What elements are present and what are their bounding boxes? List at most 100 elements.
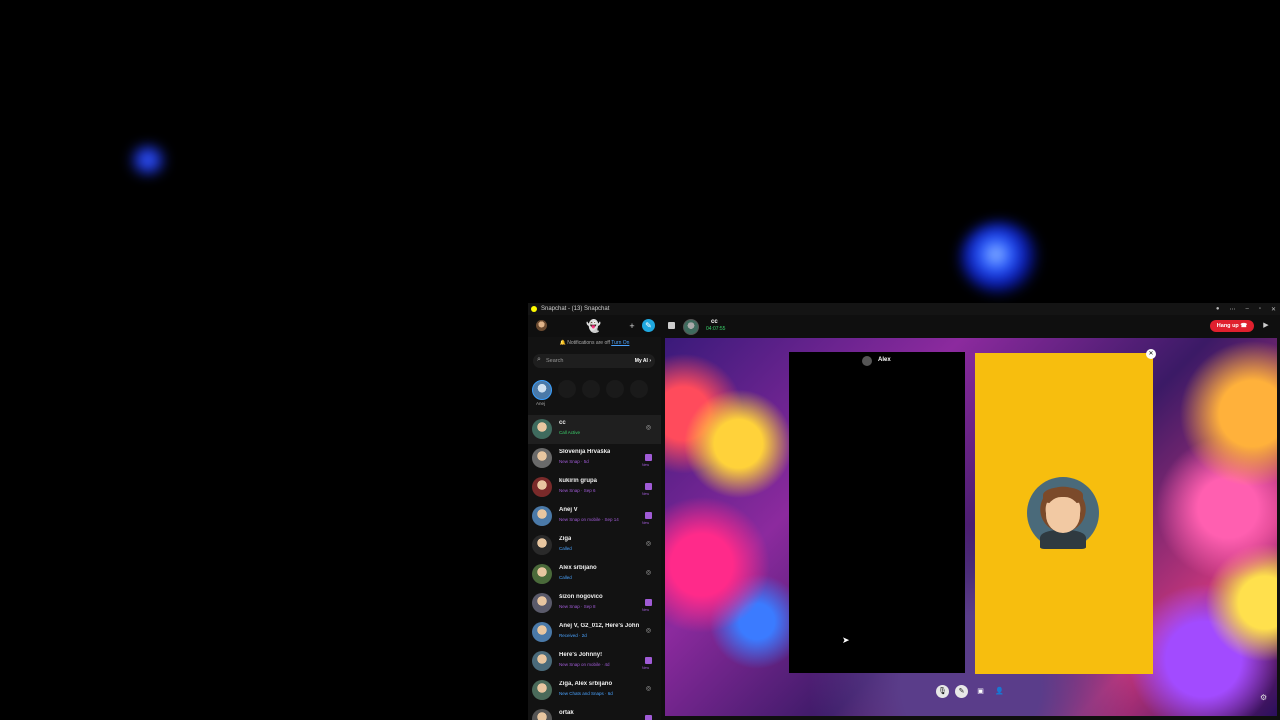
story-placeholder [630,380,648,398]
chat-name: Anej V, G2_012, Here's Johnny! [559,623,639,629]
chat-status: Received · 2d [559,633,587,638]
add-friend-icon[interactable]: + [626,320,638,332]
more-icon[interactable]: ⋯ [1229,306,1235,313]
chat-status: Called [559,575,572,580]
snap-indicator-icon[interactable] [645,454,652,461]
profile-avatar[interactable] [536,320,547,331]
chat-list-item[interactable]: šizon nogovico New Snap · Sep 8 New [528,589,661,618]
chat-list-item[interactable]: Alex srbijano Called ◎ [528,560,661,589]
top-toolbar: 👻 + ✎ cc 04:07:55 Hang up ☎ ▶ [528,315,1280,337]
chat-list-item[interactable]: ortakNew [528,705,661,720]
chat-name: cc [559,420,566,426]
search-input[interactable]: ⌕ Search My AI › [533,354,655,368]
add-participant-icon[interactable]: 👤 [993,685,1006,698]
story-label: Anej [536,401,546,406]
my-ai-label: My AI [634,358,648,364]
stories-row: Anej [532,380,657,406]
camera-icon[interactable]: ◎ [645,628,652,635]
chat-avatar [532,564,552,584]
snap-indicator-icon[interactable] [645,483,652,490]
new-label: New [642,666,650,670]
call-timer: 04:07:55 [706,326,726,332]
chat-name: Alex srbijano [559,565,597,571]
chat-status: New Snap on mobile · Sep 14 [559,517,619,522]
search-placeholder: Search [546,358,564,364]
snap-indicator-icon[interactable] [645,657,652,664]
mouse-cursor-icon: ➤ [842,635,850,645]
my-ai-button[interactable]: My AI › [635,358,651,364]
hang-up-label: Hang up [1216,323,1239,329]
chat-avatar [532,622,552,642]
chat-name: kukirin grupa [559,478,598,484]
snap-indicator-icon[interactable] [645,599,652,606]
desktop-glow [960,222,1040,294]
chat-avatar [532,448,552,468]
callee-name: cc [711,319,718,325]
new-label: New [642,608,650,612]
chat-list-item[interactable]: Žiga Called ◎ [528,531,661,560]
notice-text: Notifications are off [567,340,610,346]
new-label: New [642,492,650,496]
desktop-glow [128,145,168,175]
chat-list-item[interactable]: Here's Johnny! New Snap on mobile · 4d New [528,647,661,676]
mic-toggle-icon[interactable]: 🎙 [936,685,949,698]
chat-list-item[interactable]: Žiga, Alex srbijano New Chats and Snaps ·… [528,676,661,705]
ghost-icon[interactable]: 👻 [586,319,601,333]
chat-status: New Snap · Sep 8 [559,604,596,609]
chat-name: šizon nogovico [559,594,603,600]
chat-list-item[interactable]: Slovenija Hrvaška New Snap · 5d New [528,444,661,473]
restore-icon[interactable]: ▫ [1259,306,1261,312]
story-avatar[interactable] [532,380,552,400]
settings-corner-icon[interactable]: ⚙ [1260,693,1267,702]
chat-list-item[interactable]: Anej V New Snap on mobile · Sep 14 New [528,502,661,531]
callee-avatar[interactable] [683,319,699,335]
chat-status: Called [559,546,572,551]
chat-list-item[interactable]: kukirin grupa New Snap · Sep 6 New [528,473,661,502]
window-controls: ● ⋯ – ▫ ✕ [1216,303,1276,315]
chat-avatar [532,506,552,526]
snapchat-logo-icon [531,306,537,312]
title-bar: Snapchat - (13) Snapchat ● ⋯ – ▫ ✕ [528,303,1280,315]
camera-icon[interactable]: ◎ [645,570,652,577]
chat-name: Žiga [559,536,572,542]
snap-indicator-icon[interactable] [645,715,652,720]
close-tile-icon[interactable]: ✕ [1146,349,1156,359]
expand-icon[interactable]: ▶ [1261,321,1271,331]
new-label: New [642,521,650,525]
chat-avatar [532,651,552,671]
camera-icon[interactable]: ◎ [645,686,652,693]
chat-list-item[interactable]: Anej V, G2_012, Here's Johnny! Received ·… [528,618,661,647]
chat-status: New Snap · Sep 6 [559,488,596,493]
hang-up-button[interactable]: Hang up ☎ [1210,320,1254,332]
chat-name: Here's Johnny! [559,652,603,658]
chat-list-item[interactable]: cc Call Active ◎ [528,415,661,444]
call-stage [665,338,1277,716]
snap-indicator-icon[interactable] [645,512,652,519]
chat-status: Call Active [559,430,581,435]
participant-video-tile[interactable] [789,352,965,673]
camera-icon[interactable]: ◎ [645,425,652,432]
camera-icon[interactable]: ◎ [645,541,652,548]
chat-avatar [532,680,552,700]
turn-on-link[interactable]: Turn On [611,340,629,346]
new-label: New [642,463,650,467]
camera-toggle-icon[interactable]: ✎ [955,685,968,698]
chat-name: Žiga, Alex srbijano [559,681,613,687]
story-placeholder [558,380,576,398]
chat-avatar [532,535,552,555]
chat-avatar [532,477,552,497]
minimize-icon[interactable]: – [1245,306,1248,312]
close-icon[interactable]: ✕ [1271,306,1276,313]
screen-share-icon[interactable]: ▣ [974,685,987,698]
search-icon: ⌕ [537,356,541,363]
chat-status: New Chats and Snaps · 6d [559,691,613,696]
chat-name: Slovenija Hrvaška [559,449,611,455]
participant-avatar [862,356,872,366]
chat-name: ortak [559,710,574,716]
stop-icon[interactable] [668,322,675,329]
mic-icon[interactable]: ● [1216,306,1220,312]
participant-name: Alex [878,357,891,363]
chat-status: New Snap · 5d [559,459,589,464]
call-controls: 🎙 ✎ ▣ 👤 [936,685,1006,699]
new-chat-icon[interactable]: ✎ [642,319,655,332]
